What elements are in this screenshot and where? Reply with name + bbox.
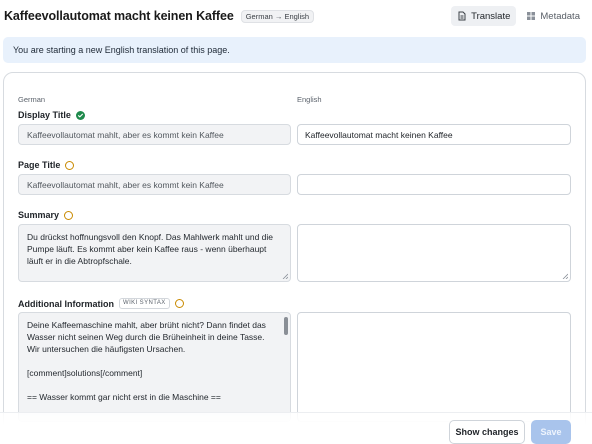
pending-circle-icon	[174, 299, 184, 308]
additional-information-source-line: Deine Kaffeemaschine mahlt, aber brüht n…	[27, 320, 266, 330]
display-title-source-text: Kaffeevollautomat mahlt, aber es kommt k…	[27, 129, 224, 140]
additional-information-source-line: == Wasser kommt gar nicht erst in die Ma…	[27, 392, 221, 402]
pending-circle-icon	[65, 160, 75, 170]
summary-source-line: läuft er in die Abtropfschale.	[27, 256, 132, 266]
display-title-input[interactable]: Kaffeevollautomat macht keinen Kaffee	[297, 124, 571, 145]
tab-metadata-label: Metadata	[540, 10, 580, 22]
additional-information-source-line	[27, 379, 282, 391]
summary-input[interactable]	[297, 224, 571, 282]
grid-icon	[526, 11, 536, 21]
resize-handle-icon[interactable]	[282, 273, 288, 279]
tab-metadata[interactable]: Metadata	[520, 6, 586, 26]
wiki-syntax-badge: WIKI SYNTAX	[119, 298, 170, 309]
additional-information-input[interactable]	[297, 312, 571, 422]
summary-label-text: Summary	[18, 210, 60, 220]
page-title-source-text: Kaffeevollautomat mahlt, aber es kommt k…	[27, 179, 224, 190]
summary-label: Summary	[18, 210, 74, 220]
tab-translate[interactable]: Translate	[451, 6, 517, 26]
target-column-header: English	[297, 95, 322, 104]
additional-information-source-line: [comment]solutions[/comment]	[27, 368, 143, 378]
display-title-input-value: Kaffeevollautomat macht keinen Kaffee	[305, 129, 453, 140]
tab-translate-label: Translate	[471, 10, 511, 22]
page-title-label-text: Page Title	[18, 160, 61, 170]
additional-information-source-line	[27, 355, 282, 367]
display-title-label-text: Display Title	[18, 110, 71, 120]
additional-information-label-text: Additional Information	[18, 298, 114, 309]
resize-handle-icon[interactable]	[562, 273, 568, 279]
info-notice-text: You are starting a new English translati…	[13, 45, 230, 55]
save-button[interactable]: Save	[531, 420, 571, 444]
summary-source-line: Pumpe läuft. Es kommt aber kein Kaffee r…	[27, 244, 267, 254]
additional-information-source: Deine Kaffeemaschine mahlt, aber brüht n…	[18, 312, 291, 422]
additional-information-source-line: Wasser nicht seinen Weg durch die Brühei…	[27, 332, 265, 342]
page-title-input[interactable]	[297, 174, 571, 195]
pending-circle-icon	[64, 210, 74, 220]
page-title: Kaffeevollautomat macht keinen Kaffee	[4, 9, 234, 23]
page-title-source: Kaffeevollautomat mahlt, aber es kommt k…	[18, 174, 291, 195]
check-circle-icon	[75, 110, 85, 120]
source-column-header: German	[18, 95, 46, 104]
language-direction-badge: German → English	[240, 9, 315, 23]
additional-information-source-line: Wir untersuchen die häufigsten Ursachen.	[27, 344, 186, 354]
source-scrollbar[interactable]	[284, 317, 288, 335]
top-bar: Kaffeevollautomat macht keinen Kaffee Ge…	[0, 0, 592, 32]
additional-information-label: Additional Information WIKI SYNTAX	[18, 298, 184, 309]
show-changes-button[interactable]: Show changes	[449, 420, 525, 444]
file-edit-icon	[457, 11, 467, 21]
display-title-source: Kaffeevollautomat mahlt, aber es kommt k…	[18, 124, 291, 145]
page-title-label: Page Title	[18, 160, 75, 170]
summary-source-line: Du drückst hoffnungsvoll den Knopf. Das …	[27, 232, 274, 242]
summary-source: Du drückst hoffnungsvoll den Knopf. Das …	[18, 224, 291, 282]
view-tabs: Translate Metadata	[451, 6, 586, 26]
info-notice: You are starting a new English translati…	[3, 37, 586, 63]
display-title-label: Display Title	[18, 110, 85, 120]
